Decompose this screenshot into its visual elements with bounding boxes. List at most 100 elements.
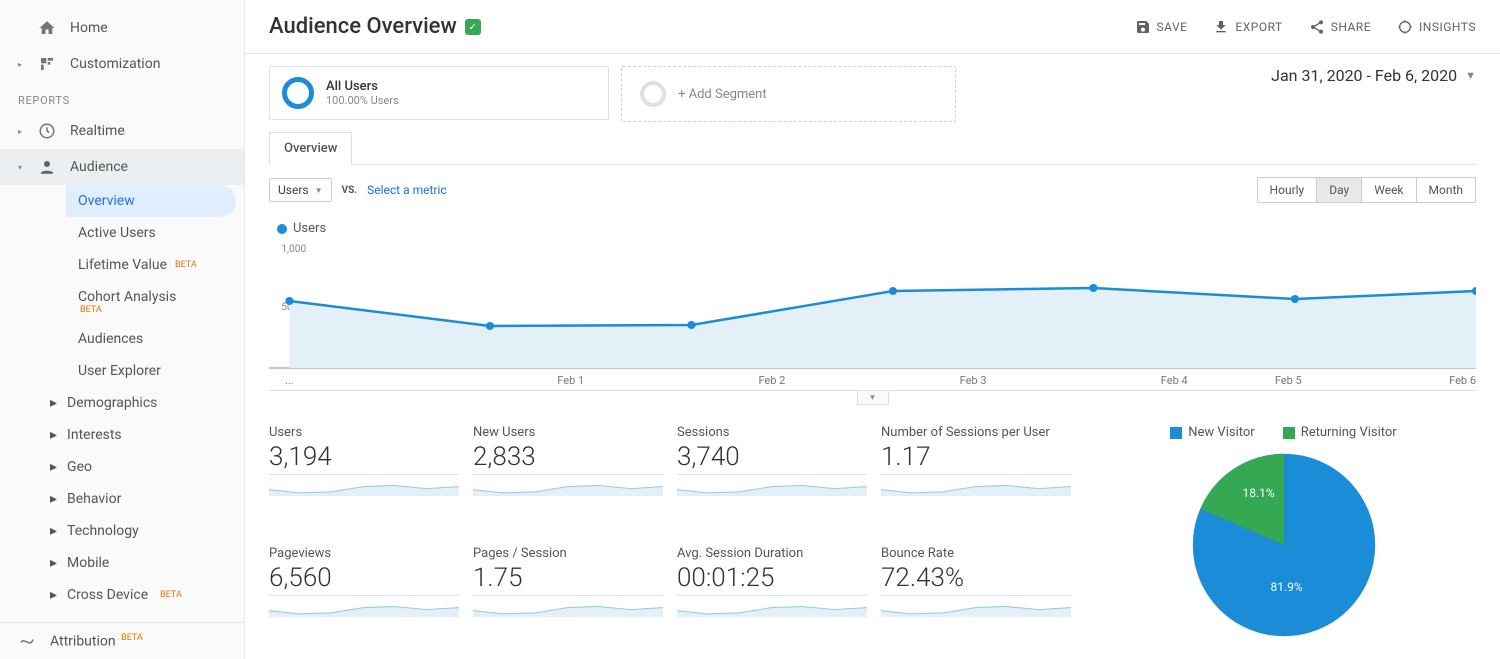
metric-value: 3,194 <box>269 442 459 472</box>
share-button[interactable]: SHARE <box>1309 19 1371 35</box>
beta-badge: BETA <box>175 260 197 270</box>
sidebar-item-attribution[interactable]: Attribution BETA <box>0 622 244 659</box>
metric-selector[interactable]: Users▼ <box>269 178 332 202</box>
metric-label: New Users <box>473 425 663 440</box>
add-segment-button[interactable]: + Add Segment <box>621 66 956 122</box>
sidebar-customization-label: Customization <box>70 56 160 72</box>
chart-collapse-handle[interactable]: ▾ <box>857 391 889 405</box>
pie-legend-new: New Visitor <box>1170 425 1254 440</box>
expand-icon: ▸ <box>50 459 57 475</box>
granularity-day[interactable]: Day <box>1316 178 1361 202</box>
page-header: Audience Overview✓ SAVE EXPORT SHARE INS… <box>245 0 1500 54</box>
metric-label: Pages / Session <box>473 546 663 561</box>
metric-card[interactable]: Avg. Session Duration00:01:25 <box>677 546 867 641</box>
audience-sublist: Overview Active Users Lifetime ValueBETA… <box>0 185 244 387</box>
sidebar-sub-behavior[interactable]: ▸Behavior <box>0 483 244 515</box>
sparkline <box>677 474 867 496</box>
expand-icon: ▸ <box>50 523 57 539</box>
content: All Users 100.00% Users + Add Segment Ja… <box>245 54 1500 659</box>
sidebar-sub-active-users[interactable]: Active Users <box>66 217 244 249</box>
sidebar-sub-audiences[interactable]: Audiences <box>66 323 244 355</box>
segment-row: All Users 100.00% Users + Add Segment Ja… <box>269 66 1476 122</box>
pie-chart: 18.1% 81.9% <box>1189 450 1379 640</box>
share-icon <box>1309 19 1325 35</box>
sidebar-sub-technology[interactable]: ▸Technology <box>0 515 244 547</box>
chevron-down-icon: ▼ <box>315 186 323 195</box>
pie-legend: New Visitor Returning Visitor <box>1170 425 1396 440</box>
expand-icon: ▸ <box>18 60 24 69</box>
metric-label: Number of Sessions per User <box>881 425 1071 440</box>
metric-card[interactable]: Bounce Rate72.43% <box>881 546 1071 641</box>
sidebar-item-home[interactable]: Home <box>0 10 244 46</box>
sidebar-sub-geo[interactable]: ▸Geo <box>0 451 244 483</box>
pie-label-new: 81.9% <box>1271 580 1303 594</box>
save-button[interactable]: SAVE <box>1135 19 1188 35</box>
pie-swatch-new <box>1170 427 1182 439</box>
tabs: Overview <box>269 132 1476 165</box>
select-metric-link[interactable]: Select a metric <box>367 183 447 197</box>
segment-circle-icon <box>282 77 314 109</box>
metric-card[interactable]: Sessions3,740 <box>677 425 867 520</box>
metric-value: 6,560 <box>269 563 459 593</box>
sidebar-sub-cross-device[interactable]: ▸Cross DeviceBETA <box>0 579 244 611</box>
sidebar-item-audience[interactable]: ▾ Audience <box>0 149 244 185</box>
pie-label-returning: 18.1% <box>1243 486 1275 500</box>
metric-value: 72.43% <box>881 563 1071 593</box>
granularity-hourly[interactable]: Hourly <box>1258 178 1317 202</box>
segment-all-users[interactable]: All Users 100.00% Users <box>269 66 609 120</box>
legend-dot-icon <box>277 224 287 234</box>
clock-icon <box>38 122 56 140</box>
expand-icon: ▸ <box>50 395 57 411</box>
line-chart-svg: 1,000 500 <box>269 240 1476 370</box>
sidebar-audience-label: Audience <box>70 159 128 175</box>
sparkline <box>677 595 867 617</box>
segment-title: All Users <box>326 79 399 94</box>
add-segment-circle-icon <box>640 81 666 107</box>
metric-card[interactable]: New Users 2,833 <box>473 425 663 520</box>
pie-swatch-returning <box>1283 427 1295 439</box>
date-range-picker[interactable]: Jan 31, 2020 - Feb 6, 2020 ▼ <box>1271 66 1476 85</box>
expand-icon: ▸ <box>18 127 24 136</box>
sidebar-sub-overview[interactable]: Overview <box>66 185 236 217</box>
insights-button[interactable]: INSIGHTS <box>1397 19 1476 35</box>
sparkline <box>269 595 459 617</box>
page-title: Audience Overview✓ <box>269 14 481 39</box>
sidebar: Home ▸ Customization REPORTS ▸ Realtime … <box>0 0 245 659</box>
sparkline <box>473 474 663 496</box>
sidebar-sub-interests[interactable]: ▸Interests <box>0 419 244 451</box>
sidebar-section-reports: REPORTS <box>0 82 244 113</box>
metric-value: 1.75 <box>473 563 663 593</box>
metric-card[interactable]: Users3,194 <box>269 425 459 520</box>
sidebar-sub-lifetime-value[interactable]: Lifetime ValueBETA <box>66 249 244 281</box>
expand-icon: ▸ <box>50 555 57 571</box>
expand-icon: ▸ <box>50 587 57 603</box>
chevron-down-icon: ▼ <box>1465 69 1476 82</box>
pie-legend-returning: Returning Visitor <box>1283 425 1397 440</box>
sidebar-item-realtime[interactable]: ▸ Realtime <box>0 113 244 149</box>
metric-value: 1.17 <box>881 442 1071 472</box>
sidebar-sub-user-explorer[interactable]: User Explorer <box>66 355 244 387</box>
pie-panel: New Visitor Returning Visitor 18.1% 81.9… <box>1091 425 1476 640</box>
granularity-month[interactable]: Month <box>1416 178 1475 202</box>
tab-overview[interactable]: Overview <box>269 132 352 165</box>
y-tick-1000: 1,000 <box>281 244 306 255</box>
metric-value: 00:01:25 <box>677 563 867 593</box>
sidebar-realtime-label: Realtime <box>70 123 125 139</box>
header-actions: SAVE EXPORT SHARE INSIGHTS <box>1135 19 1476 35</box>
sidebar-sub-cohort[interactable]: Cohort AnalysisBETA <box>66 281 244 323</box>
granularity-week[interactable]: Week <box>1361 178 1415 202</box>
metric-card[interactable]: Pageviews6,560 <box>269 546 459 641</box>
metric-value: 2,833 <box>473 442 663 472</box>
sidebar-home-label: Home <box>70 20 108 36</box>
sidebar-item-customization[interactable]: ▸ Customization <box>0 46 244 82</box>
metric-card[interactable]: Pages / Session 1.75 <box>473 546 663 641</box>
sidebar-sub-mobile[interactable]: ▸Mobile <box>0 547 244 579</box>
metric-card[interactable]: Number of Sessions per User 1.17 <box>881 425 1071 520</box>
export-button[interactable]: EXPORT <box>1213 19 1282 35</box>
vs-label: VS. <box>342 185 358 196</box>
chart-controls: Users▼ VS. Select a metric Hourly Day We… <box>269 165 1476 215</box>
chart-legend: Users <box>269 215 1476 240</box>
export-icon <box>1213 19 1229 35</box>
metrics-grid: Users3,194New Users2,833Sessions3,740Num… <box>269 425 1071 640</box>
sidebar-sub-demographics[interactable]: ▸Demographics <box>0 387 244 419</box>
